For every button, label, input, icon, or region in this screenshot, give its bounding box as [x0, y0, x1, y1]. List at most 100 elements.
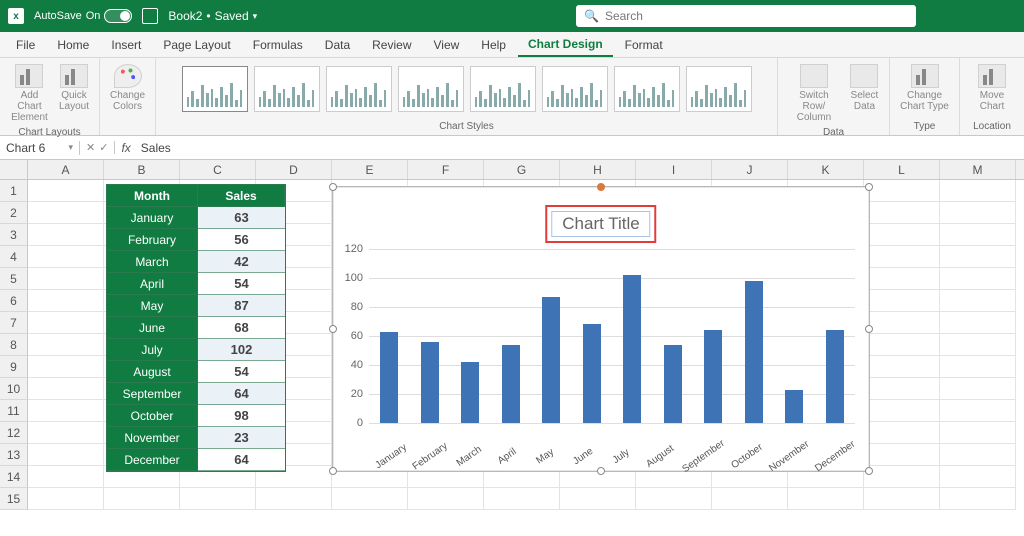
cell[interactable]: [864, 334, 940, 356]
menu-item-help[interactable]: Help: [471, 34, 516, 56]
cell[interactable]: [864, 312, 940, 334]
column-header[interactable]: K: [788, 160, 864, 179]
cell[interactable]: [28, 334, 104, 356]
menu-item-review[interactable]: Review: [362, 34, 421, 56]
menu-item-view[interactable]: View: [424, 34, 470, 56]
row-header[interactable]: 1: [0, 180, 28, 202]
column-header[interactable]: M: [940, 160, 1016, 179]
search-input[interactable]: 🔍 Search: [576, 5, 916, 27]
menu-item-home[interactable]: Home: [47, 34, 99, 56]
select-data-button[interactable]: Select Data: [848, 62, 881, 114]
bar[interactable]: [826, 330, 844, 423]
chart-title[interactable]: Chart Title: [551, 211, 650, 237]
table-cell-sales[interactable]: 54: [198, 273, 285, 295]
table-cell-month[interactable]: July: [107, 339, 198, 361]
table-cell-month[interactable]: February: [107, 229, 198, 251]
column-header[interactable]: L: [864, 160, 940, 179]
row-header[interactable]: 9: [0, 356, 28, 378]
table-cell-sales[interactable]: 68: [198, 317, 285, 339]
bar[interactable]: [502, 345, 520, 423]
bar[interactable]: [664, 345, 682, 423]
cell[interactable]: [940, 180, 1016, 202]
menu-item-page-layout[interactable]: Page Layout: [153, 34, 240, 56]
cell[interactable]: [940, 422, 1016, 444]
table-cell-month[interactable]: August: [107, 361, 198, 383]
table-cell-sales[interactable]: 64: [198, 383, 285, 405]
bar[interactable]: [380, 332, 398, 423]
cell[interactable]: [864, 268, 940, 290]
quick-layout-button[interactable]: Quick Layout: [57, 62, 91, 114]
table-cell-month[interactable]: October: [107, 405, 198, 427]
row-header[interactable]: 14: [0, 466, 28, 488]
row-header[interactable]: 10: [0, 378, 28, 400]
bar[interactable]: [785, 390, 803, 423]
resize-handle[interactable]: [329, 467, 337, 475]
table-cell-sales[interactable]: 63: [198, 207, 285, 229]
row-header[interactable]: 12: [0, 422, 28, 444]
cell[interactable]: [28, 356, 104, 378]
row-header[interactable]: 3: [0, 224, 28, 246]
resize-handle[interactable]: [865, 467, 873, 475]
cell[interactable]: [28, 202, 104, 224]
cell[interactable]: [940, 268, 1016, 290]
menu-item-chart-design[interactable]: Chart Design: [518, 33, 613, 57]
data-table[interactable]: MonthSalesJanuary63February56March42Apri…: [106, 184, 286, 472]
table-cell-month[interactable]: March: [107, 251, 198, 273]
cell[interactable]: [28, 268, 104, 290]
column-header[interactable]: H: [560, 160, 636, 179]
resize-handle[interactable]: [865, 325, 873, 333]
cell[interactable]: [28, 400, 104, 422]
bar[interactable]: [704, 330, 722, 423]
table-cell-sales[interactable]: 98: [198, 405, 285, 427]
chart-style-thumb[interactable]: [470, 66, 536, 112]
table-cell-month[interactable]: June: [107, 317, 198, 339]
move-chart-button[interactable]: Move Chart: [968, 62, 1016, 114]
row-header[interactable]: 8: [0, 334, 28, 356]
table-cell-month[interactable]: December: [107, 449, 198, 471]
cell[interactable]: [864, 378, 940, 400]
cell[interactable]: [940, 488, 1016, 510]
cell[interactable]: [864, 224, 940, 246]
table-cell-sales[interactable]: 23: [198, 427, 285, 449]
column-header[interactable]: I: [636, 160, 712, 179]
table-cell-month[interactable]: May: [107, 295, 198, 317]
column-header[interactable]: A: [28, 160, 104, 179]
row-header[interactable]: 15: [0, 488, 28, 510]
bar[interactable]: [461, 362, 479, 423]
chart-object[interactable]: Chart Title 020406080100120 JanuaryFebru…: [332, 186, 870, 472]
cell[interactable]: [864, 180, 940, 202]
cell[interactable]: [940, 466, 1016, 488]
chart-style-thumb[interactable]: [542, 66, 608, 112]
bar[interactable]: [745, 281, 763, 423]
cell[interactable]: [28, 224, 104, 246]
chart-style-thumb[interactable]: [326, 66, 392, 112]
column-header[interactable]: J: [712, 160, 788, 179]
fx-icon[interactable]: fx: [115, 141, 136, 155]
column-header[interactable]: E: [332, 160, 408, 179]
table-cell-sales[interactable]: 87: [198, 295, 285, 317]
row-header[interactable]: 7: [0, 312, 28, 334]
cell[interactable]: [940, 202, 1016, 224]
cell[interactable]: [28, 422, 104, 444]
cell[interactable]: [332, 488, 408, 510]
column-header[interactable]: F: [408, 160, 484, 179]
change-colors-button[interactable]: Change Colors: [108, 62, 147, 114]
row-header[interactable]: 2: [0, 202, 28, 224]
row-header[interactable]: 11: [0, 400, 28, 422]
cell[interactable]: [28, 290, 104, 312]
cell[interactable]: [864, 466, 940, 488]
save-icon[interactable]: [142, 8, 158, 24]
cell[interactable]: [940, 334, 1016, 356]
column-header[interactable]: D: [256, 160, 332, 179]
row-header[interactable]: 13: [0, 444, 28, 466]
resize-handle[interactable]: [865, 183, 873, 191]
cell[interactable]: [256, 488, 332, 510]
resize-handle[interactable]: [597, 467, 605, 475]
cancel-icon[interactable]: ✕: [86, 141, 95, 154]
cell[interactable]: [864, 202, 940, 224]
row-header[interactable]: 6: [0, 290, 28, 312]
column-header[interactable]: G: [484, 160, 560, 179]
menu-item-format[interactable]: Format: [615, 34, 673, 56]
cell[interactable]: [28, 488, 104, 510]
cell[interactable]: [408, 488, 484, 510]
